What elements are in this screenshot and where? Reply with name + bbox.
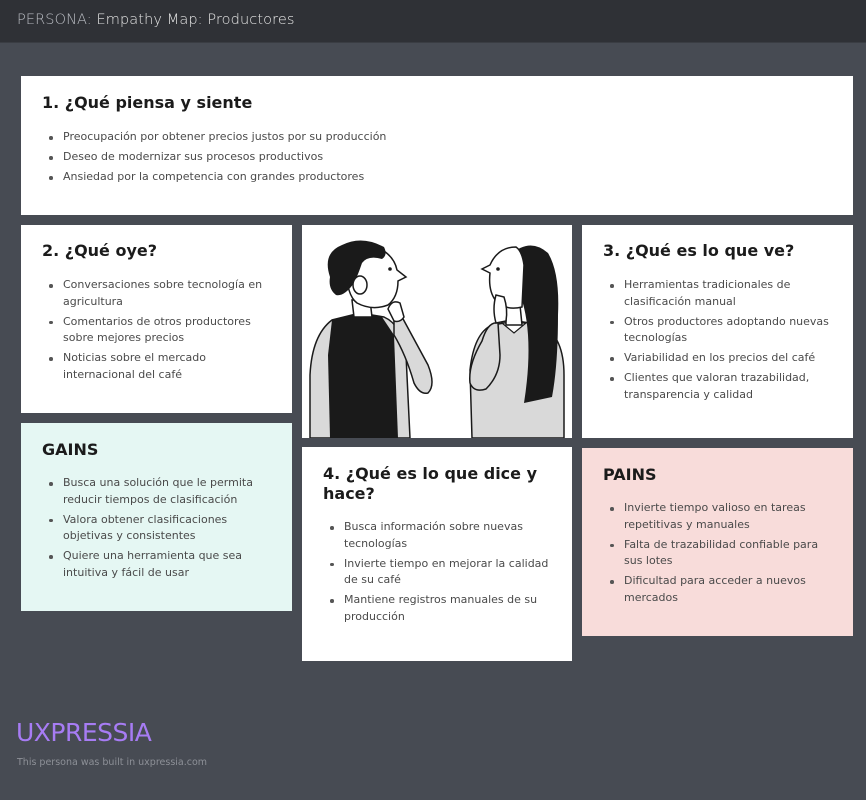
pains-card: PAINS Invierte tiempo valioso en tareas … [582, 448, 853, 636]
list-item: Clientes que valoran trazabilidad, trans… [603, 370, 835, 403]
pains-title: PAINS [603, 465, 657, 484]
page-title: PERSONA: Empathy Map: Productores [17, 12, 295, 28]
persona-title: Empathy Map: Productores [96, 12, 295, 28]
list-item: Comentarios de otros productores sobre m… [42, 314, 274, 347]
list-item: Deseo de modernizar sus procesos product… [42, 149, 802, 166]
list-item: Noticias sobre el mercado internacional … [42, 350, 274, 383]
pains-list: Invierte tiempo valioso en tareas repeti… [603, 500, 835, 610]
hear-title: 2. ¿Qué oye? [42, 241, 158, 260]
think-feel-list: Preocupación por obtener precios justos … [42, 129, 802, 189]
list-item: Mantiene registros manuales de su produc… [323, 592, 555, 625]
hear-list: Conversaciones sobre tecnología en agric… [42, 277, 274, 387]
top-bar: PERSONA: Empathy Map: Productores [0, 0, 866, 43]
list-item: Falta de trazabilidad confiable para sus… [603, 537, 835, 570]
hear-card: 2. ¿Qué oye? Conversaciones sobre tecnol… [21, 225, 292, 413]
man-figure [309, 240, 433, 438]
list-item: Variabilidad en los precios del café [603, 350, 835, 367]
think-feel-title: 1. ¿Qué piensa y siente [42, 93, 253, 112]
gains-title: GAINS [42, 440, 99, 459]
list-item: Ansiedad por la competencia con grandes … [42, 169, 802, 186]
list-item: Otros productores adoptando nuevas tecno… [603, 314, 835, 347]
see-title: 3. ¿Qué es lo que ve? [603, 241, 795, 260]
two-people-thinking-illustration [309, 240, 565, 438]
say-do-card: 4. ¿Qué es lo que dice y hace? Busca inf… [302, 447, 572, 661]
persona-prefix: PERSONA: [17, 12, 92, 28]
list-item: Dificultad para acceder a nuevos mercado… [603, 573, 835, 606]
see-list: Herramientas tradicionales de clasificac… [603, 277, 835, 407]
illustration-card [302, 225, 572, 438]
list-item: Busca información sobre nuevas tecnologí… [323, 519, 555, 552]
list-item: Preocupación por obtener precios justos … [42, 129, 802, 146]
woman-figure [469, 245, 565, 438]
list-item: Busca una solución que le permita reduci… [42, 475, 274, 508]
gains-list: Busca una solución que le permita reduci… [42, 475, 274, 585]
think-feel-card: 1. ¿Qué piensa y siente Preocupación por… [21, 76, 853, 215]
uxpressia-logo[interactable]: UXPRESSIA [16, 718, 152, 747]
say-do-title: 4. ¿Qué es lo que dice y hace? [323, 464, 538, 503]
list-item: Invierte tiempo en mejorar la calidad de… [323, 556, 555, 589]
list-item: Herramientas tradicionales de clasificac… [603, 277, 835, 310]
list-item: Invierte tiempo valioso en tareas repeti… [603, 500, 835, 533]
say-do-list: Busca información sobre nuevas tecnologí… [323, 519, 555, 629]
list-item: Conversaciones sobre tecnología en agric… [42, 277, 274, 310]
list-item: Valora obtener clasificaciones objetivas… [42, 512, 274, 545]
list-item: Quiere una herramienta que sea intuitiva… [42, 548, 274, 581]
built-with-text: This persona was built in uxpressia.com [17, 757, 208, 768]
gains-card: GAINS Busca una solución que le permita … [21, 423, 292, 611]
see-card: 3. ¿Qué es lo que ve? Herramientas tradi… [582, 225, 853, 438]
